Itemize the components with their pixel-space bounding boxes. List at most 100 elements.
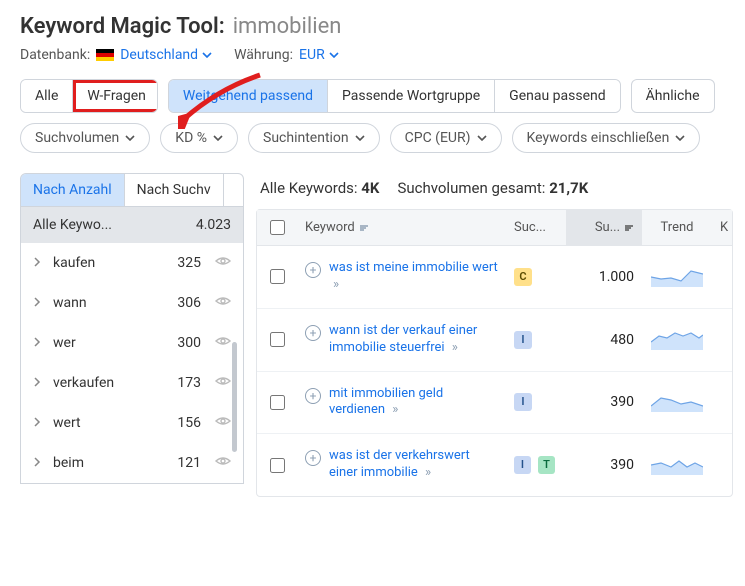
filter-chip[interactable]: KD % — [160, 123, 238, 153]
k-cell — [712, 326, 732, 354]
sidebar-item-count: 306 — [177, 295, 201, 311]
sidebar-item[interactable]: verkaufen173 — [21, 363, 243, 403]
filter-chip[interactable]: Keywords einschließen — [512, 123, 701, 153]
col-header-trend[interactable]: Trend — [642, 210, 712, 245]
filter-label: KD % — [175, 130, 207, 146]
eye-icon[interactable] — [215, 415, 231, 431]
tab-phrase-match[interactable]: Passende Wortgruppe — [328, 80, 495, 112]
sidebar-item-count: 156 — [177, 415, 201, 431]
keyword-text: was ist meine immobilie wert » — [329, 260, 498, 294]
intent-cell: I — [506, 379, 566, 425]
chevron-down-icon — [675, 135, 685, 141]
chevron-right-icon — [33, 455, 45, 471]
col-header-volume[interactable]: Su... — [566, 210, 642, 245]
keyword-link[interactable]: + wann ist der verkauf einer immobilie st… — [305, 323, 498, 357]
currency-selector[interactable]: EUR — [299, 47, 339, 63]
trend-cell — [642, 441, 712, 489]
intent-cell: I — [506, 317, 566, 363]
table-row: +was ist meine immobilie wert »C1.000 — [257, 246, 732, 309]
sidebar-item[interactable]: beim121 — [21, 443, 243, 483]
tab-exact-match[interactable]: Genau passend — [495, 80, 619, 112]
row-select[interactable] — [257, 444, 297, 487]
volume-value: 390 — [610, 394, 634, 410]
keyword-link[interactable]: + was ist der verkehrswert einer immobili… — [305, 448, 498, 482]
col-volume-label: Su... — [595, 220, 620, 235]
intent-badge: I — [514, 456, 531, 474]
row-select[interactable] — [257, 255, 297, 298]
intent-badge: I — [514, 393, 532, 411]
sidebar-item[interactable]: wert156 — [21, 403, 243, 443]
chevron-down-icon — [355, 135, 365, 141]
chevron-right-icon — [33, 415, 45, 431]
keyword-text: wann ist der verkauf einer immobilie ste… — [329, 323, 498, 357]
sidebar-item-count: 325 — [177, 255, 201, 271]
row-checkbox[interactable] — [270, 395, 285, 410]
eye-icon[interactable] — [215, 255, 231, 271]
sidebar-item-label: verkaufen — [53, 375, 169, 391]
sidebar-item[interactable]: wer300 — [21, 323, 243, 363]
col-header-keyword[interactable]: Keyword — [297, 210, 506, 245]
sidebar-item-count: 121 — [177, 455, 201, 471]
intent-cell: C — [506, 254, 566, 300]
sparkline-icon — [651, 267, 703, 287]
sparkline-icon — [651, 392, 703, 412]
table-row: + was ist der verkehrswert einer immobili… — [257, 434, 732, 496]
plus-circle-icon[interactable]: + — [305, 450, 321, 466]
tab-w-fragen[interactable]: W-Fragen — [73, 80, 157, 112]
trend-cell — [642, 316, 712, 364]
col-header-k[interactable]: K — [712, 210, 732, 245]
title-keyword: immobilien — [233, 14, 342, 39]
eye-icon[interactable] — [215, 455, 231, 471]
select-all-checkbox[interactable] — [270, 220, 285, 235]
plus-circle-icon[interactable]: + — [305, 388, 321, 404]
volume-value: 390 — [610, 457, 634, 473]
intent-badge: C — [514, 268, 532, 286]
eye-icon[interactable] — [215, 295, 231, 311]
filter-label: Keywords einschließen — [527, 130, 670, 146]
sidebar-item-label: kaufen — [53, 255, 169, 271]
keyword-link[interactable]: + was ist meine immobilie wert » — [305, 260, 498, 294]
sidebar-header-count: 4.023 — [196, 217, 231, 233]
chevron-down-icon — [213, 135, 223, 141]
filter-label: Suchvolumen — [35, 130, 119, 146]
row-checkbox[interactable] — [270, 458, 285, 473]
trend-cell — [642, 253, 712, 301]
tab-similar[interactable]: Ähnliche — [631, 79, 715, 113]
row-select[interactable] — [257, 381, 297, 424]
plus-circle-icon[interactable]: + — [305, 262, 321, 278]
chevron-down-icon — [202, 52, 212, 58]
sidebar-item-label: wer — [53, 335, 169, 351]
sidebar-tab-by-volume[interactable]: Nach Suchv — [125, 174, 224, 206]
table-row: + wann ist der verkauf einer immobilie st… — [257, 309, 732, 372]
row-checkbox[interactable] — [270, 269, 285, 284]
col-header-select-all[interactable] — [257, 210, 297, 245]
intent-badge: I — [514, 331, 532, 349]
sidebar-tab-by-count[interactable]: Nach Anzahl — [21, 174, 125, 206]
table-row: + mit immobilien geld verdienen » I 390 — [257, 372, 732, 435]
sparkline-icon — [651, 330, 703, 350]
tab-broad-match[interactable]: Weitgehend passend — [169, 80, 328, 112]
keyword-text: was ist der verkehrswert einer immobilie… — [329, 448, 498, 482]
row-select[interactable] — [257, 318, 297, 361]
filter-chip[interactable]: CPC (EUR) — [390, 123, 502, 153]
filter-chip[interactable]: Suchvolumen — [20, 123, 150, 153]
double-chevron-right-icon: » — [392, 402, 398, 417]
plus-circle-icon[interactable]: + — [305, 325, 321, 341]
eye-icon[interactable] — [215, 375, 231, 391]
keyword-link[interactable]: + mit immobilien geld verdienen » — [305, 386, 498, 420]
chevron-right-icon — [33, 255, 45, 271]
sidebar-item[interactable]: kaufen 325 — [21, 243, 243, 283]
eye-icon[interactable] — [215, 335, 231, 351]
tab-alle[interactable]: Alle — [21, 80, 73, 112]
database-selector[interactable]: Deutschland — [120, 47, 212, 63]
double-chevron-right-icon: » — [452, 340, 458, 355]
filter-chip[interactable]: Suchintention — [248, 123, 380, 153]
keyword-text: mit immobilien geld verdienen » — [329, 386, 498, 420]
row-checkbox[interactable] — [270, 332, 285, 347]
double-chevron-right-icon: » — [425, 465, 431, 480]
sidebar-item[interactable]: wann306 — [21, 283, 243, 323]
page-title: Keyword Magic Tool: — [20, 14, 225, 39]
scrollbar-thumb[interactable] — [232, 342, 237, 452]
col-header-intent[interactable]: Suc... — [506, 210, 566, 245]
database-label: Datenbank: — [20, 47, 90, 63]
